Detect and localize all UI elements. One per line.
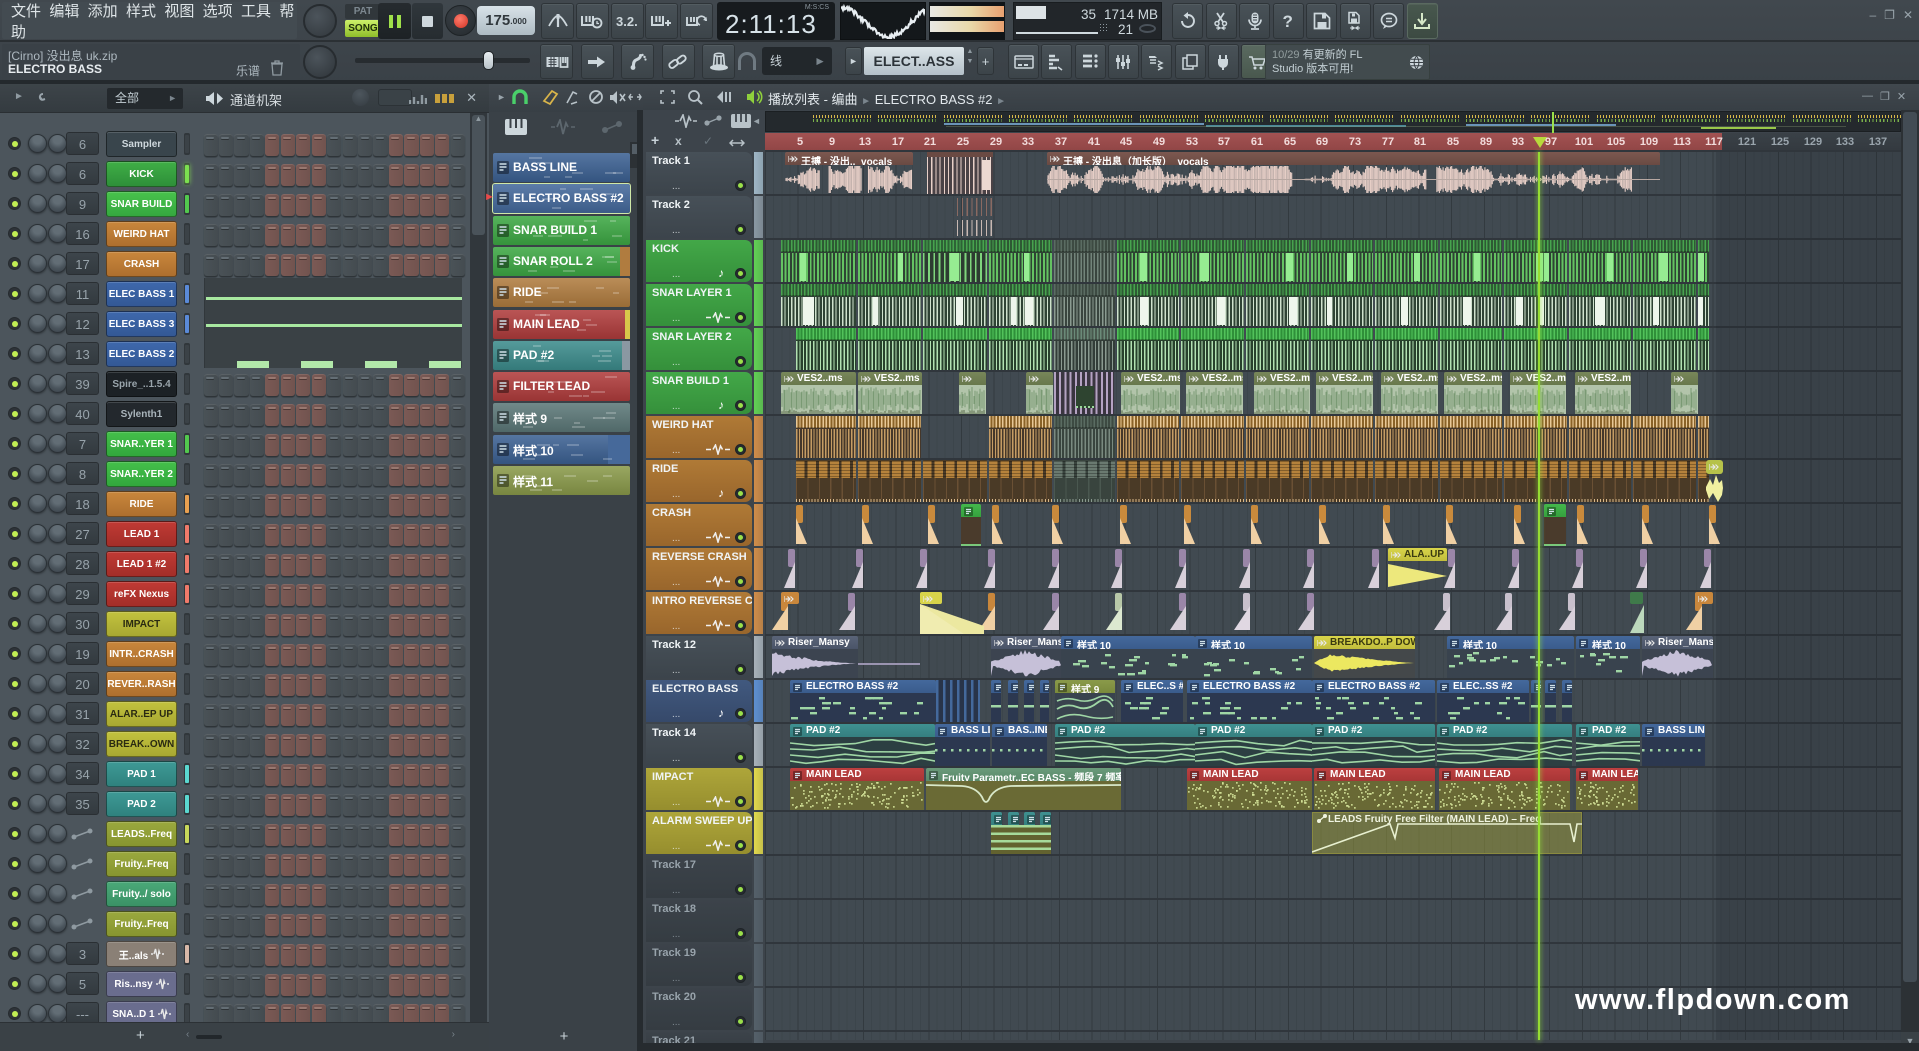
- svg-text:3.2.: 3.2.: [616, 14, 638, 29]
- svg-text:?: ?: [1283, 12, 1293, 31]
